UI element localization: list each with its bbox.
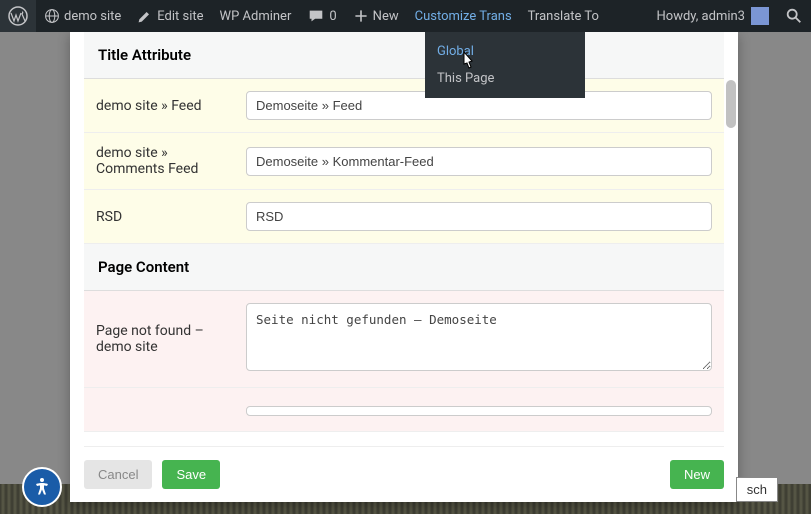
table-row: demo site » Comments Feed — [84, 133, 724, 190]
cancel-button[interactable]: Cancel — [84, 460, 152, 489]
wp-adminer-label: WP Adminer — [220, 9, 292, 24]
new-content[interactable]: New — [345, 0, 407, 32]
admin-bar-right: Howdy, admin3 — [649, 0, 811, 32]
pencil-icon — [137, 8, 153, 24]
my-account[interactable]: Howdy, admin3 — [649, 0, 778, 32]
comment-icon — [307, 7, 325, 25]
new-button[interactable]: New — [670, 460, 724, 489]
admin-bar: demo site Edit site WP Adminer 0 New Cus… — [0, 0, 811, 32]
translation-textarea[interactable]: Seite nicht gefunden – Demoseite — [246, 303, 712, 371]
search-toggle[interactable] — [777, 0, 811, 32]
translate-to-label: Translate To — [528, 9, 599, 24]
table-row: Page not found – demo site Seite nicht g… — [84, 291, 724, 388]
translation-input[interactable] — [246, 147, 712, 176]
site-name-label: demo site — [64, 9, 121, 24]
table-row — [84, 388, 724, 432]
wordpress-icon — [8, 6, 28, 26]
admin-bar-left: demo site Edit site WP Adminer 0 New Cus… — [0, 0, 607, 32]
translation-modal: Title Attribute demo site » Feed demo si… — [70, 32, 738, 502]
accessibility-icon — [30, 475, 54, 499]
avatar — [751, 7, 769, 25]
save-button[interactable]: Save — [162, 460, 220, 489]
site-name[interactable]: demo site — [36, 0, 129, 32]
plus-icon — [353, 8, 369, 24]
comments-count: 0 — [329, 9, 336, 24]
table-row: demo site » Feed — [84, 79, 724, 133]
translation-table: Title Attribute demo site » Feed demo si… — [84, 32, 724, 432]
comments[interactable]: 0 — [299, 0, 344, 32]
edit-site-label: Edit site — [157, 9, 203, 24]
table-row: RSD — [84, 190, 724, 244]
edit-site[interactable]: Edit site — [129, 0, 211, 32]
search-icon — [785, 7, 803, 25]
language-button[interactable]: sch — [736, 477, 778, 502]
customize-trans[interactable]: Customize Trans — [407, 0, 520, 32]
dropdown-global[interactable]: Global — [425, 38, 585, 65]
translation-input[interactable] — [246, 202, 712, 231]
scrollbar-thumb[interactable] — [726, 80, 736, 128]
home-icon — [44, 8, 60, 24]
row-label: demo site » Feed — [84, 79, 234, 133]
wp-adminer[interactable]: WP Adminer — [212, 0, 300, 32]
howdy-label: Howdy, admin3 — [657, 9, 746, 24]
customize-trans-dropdown: Global This Page — [425, 32, 585, 98]
new-label: New — [373, 9, 399, 24]
accessibility-badge[interactable] — [22, 467, 62, 507]
wp-logo[interactable] — [0, 0, 36, 32]
section-header-label: Page Content — [84, 244, 724, 291]
section-header-label: Title Attribute — [84, 32, 724, 79]
section-page-content: Page Content — [84, 244, 724, 291]
modal-content: Title Attribute demo site » Feed demo si… — [84, 32, 724, 446]
dropdown-this-page[interactable]: This Page — [425, 65, 585, 92]
row-label — [84, 388, 234, 432]
section-title-attribute: Title Attribute — [84, 32, 724, 79]
row-label: demo site » Comments Feed — [84, 133, 234, 190]
translate-to[interactable]: Translate To — [520, 0, 607, 32]
modal-footer: Cancel Save New — [84, 446, 724, 502]
row-label: Page not found – demo site — [84, 291, 234, 388]
customize-trans-label: Customize Trans — [415, 9, 512, 24]
row-label: RSD — [84, 190, 234, 244]
translation-input[interactable] — [246, 406, 712, 416]
